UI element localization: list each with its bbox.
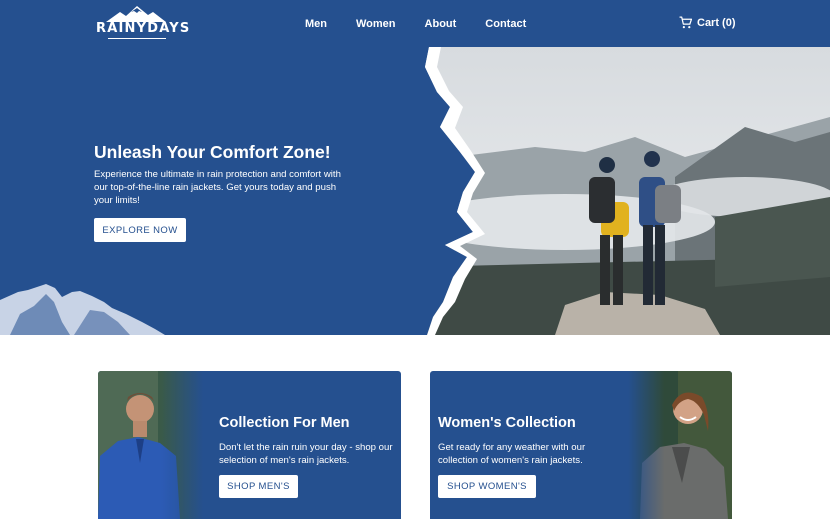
brand-name: RAINYDAYS — [96, 21, 191, 36]
hero-title: Unleash Your Comfort Zone! — [94, 142, 331, 162]
logo-underline — [108, 38, 166, 39]
explore-now-button[interactable]: EXPLORE NOW — [94, 218, 186, 242]
womens-collection-title: Women's Collection — [438, 415, 576, 431]
mens-collection-description: Don't let the rain ruin your day - shop … — [219, 442, 393, 466]
hero-description: Experience the ultimate in rain protecti… — [94, 169, 341, 206]
main-nav: Men Women About Contact — [305, 0, 526, 47]
nav-link-contact[interactable]: Contact — [485, 18, 526, 30]
mens-model-photo — [98, 371, 203, 519]
mens-collection-title: Collection For Men — [219, 415, 350, 431]
shop-womens-button[interactable]: SHOP WOMEN'S — [438, 475, 536, 498]
womens-collection-description: Get ready for any weather with our colle… — [438, 442, 586, 466]
cart-button[interactable]: Cart (0) — [679, 16, 736, 29]
hero-section: Unleash Your Comfort Zone! Experience th… — [0, 47, 830, 335]
brand-logo[interactable]: RAINYDAYS — [96, 6, 191, 40]
cart-icon — [679, 16, 692, 29]
womens-model-photo — [628, 371, 732, 519]
nav-link-women[interactable]: Women — [356, 18, 396, 30]
nav-link-about[interactable]: About — [425, 18, 457, 30]
womens-collection-card: Women's Collection Get ready for any wea… — [430, 371, 732, 519]
mountain-illustration — [0, 284, 165, 335]
nav-link-men[interactable]: Men — [305, 18, 327, 30]
shop-mens-button[interactable]: SHOP MEN'S — [219, 475, 298, 498]
navbar: RAINYDAYS Men Women About Contact Cart (… — [0, 0, 830, 47]
cart-label: Cart (0) — [697, 16, 736, 29]
mens-collection-card: Collection For Men Don't let the rain ru… — [98, 371, 401, 519]
mountain-logo-icon — [106, 6, 166, 22]
hero-photo — [415, 47, 830, 335]
